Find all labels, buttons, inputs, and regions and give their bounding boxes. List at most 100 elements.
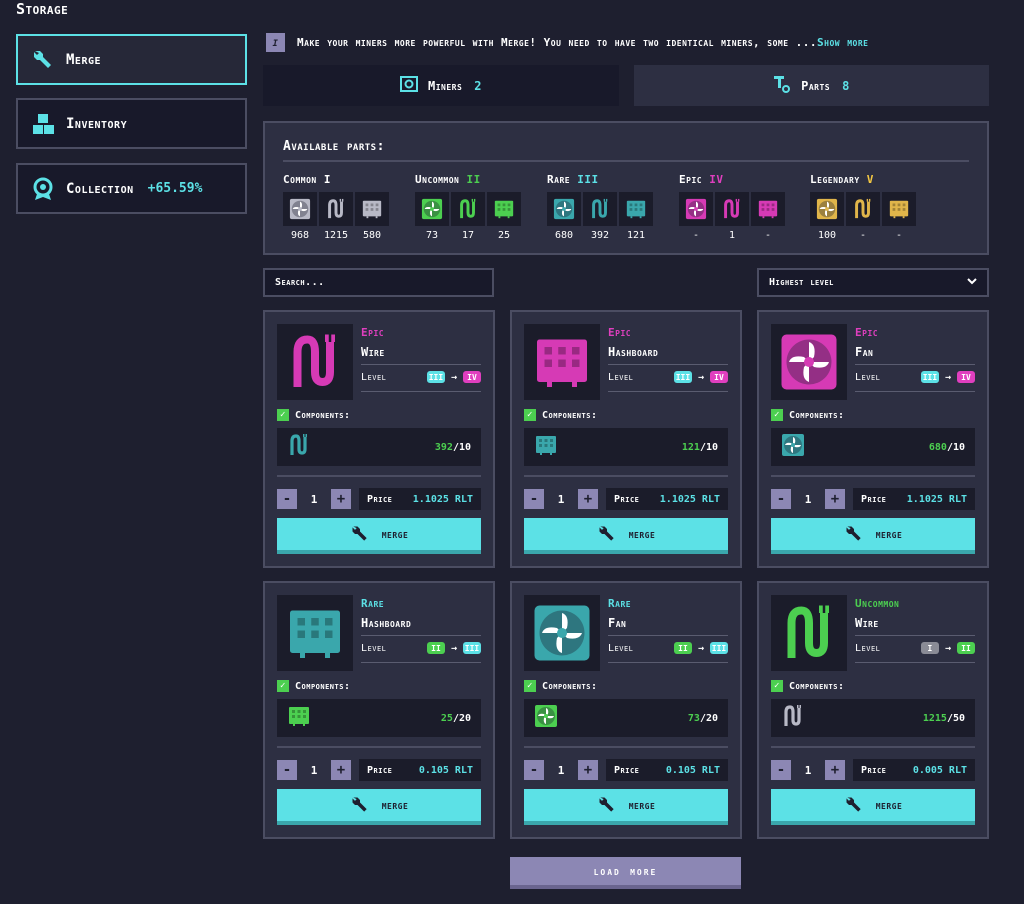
price-label: Price [614, 764, 640, 776]
tab-miners[interactable]: Miners 2 [263, 65, 619, 106]
divider [855, 364, 975, 365]
part-count: - [895, 230, 903, 241]
card-rarity: Epic [855, 326, 879, 339]
part-count: 17 [461, 230, 475, 241]
price-value: 1.1025 RLT [906, 493, 967, 505]
decrease-button[interactable]: - [277, 489, 297, 509]
quantity-row: -1 + Price 1.1025 RLT [277, 488, 481, 510]
price-value: 1.1025 RLT [412, 493, 473, 505]
increase-button[interactable]: + [578, 760, 598, 780]
check-icon: ✓ [277, 409, 289, 421]
component-row: 73/20 [524, 699, 728, 737]
wrench-icon [599, 526, 614, 541]
rarity-tier: III [577, 173, 599, 186]
level-change: II → III [426, 642, 481, 654]
rarity-name: Uncommon [415, 173, 460, 186]
info-bar: i Make your miners more powerful with Me… [266, 33, 869, 52]
card-name: Wire [855, 616, 879, 630]
card-name: Hashboard [608, 345, 659, 359]
decrease-button[interactable]: - [524, 489, 544, 509]
check-icon: ✓ [524, 680, 536, 692]
increase-button[interactable]: + [331, 760, 351, 780]
component-count: 25/20 [441, 713, 471, 724]
increase-button[interactable]: + [331, 489, 351, 509]
price-box: Price 1.1025 RLT [359, 488, 481, 510]
merge-button[interactable]: merge [771, 789, 975, 825]
rarity-tier: I [323, 173, 331, 186]
fan-icon [534, 704, 558, 732]
rarity-group-label: Common I [283, 173, 389, 186]
increase-button[interactable]: + [578, 489, 598, 509]
sidebar-item-collection[interactable]: Collection +65.59% [16, 163, 247, 214]
level-to: IV [957, 371, 975, 383]
hashboard-icon [487, 192, 521, 226]
level-label: Level [608, 372, 634, 383]
price-box: Price 1.1025 RLT [853, 488, 975, 510]
decrease-button[interactable]: - [771, 760, 791, 780]
components-label: Components: [542, 680, 598, 692]
decrease-button[interactable]: - [771, 489, 791, 509]
price-box: Price 0.105 RLT [359, 759, 481, 781]
sidebar-item-label: Collection [66, 180, 134, 197]
fan-icon [524, 595, 600, 671]
part-count-item: 392 [583, 192, 617, 241]
divider [283, 160, 969, 162]
hashboard-icon [534, 433, 558, 461]
component-need: /20 [452, 712, 471, 724]
parts-icon [773, 75, 791, 96]
show-more-link[interactable]: Show more [817, 36, 868, 49]
hashboard-icon [287, 704, 311, 732]
sidebar-item-merge[interactable]: Merge [16, 34, 247, 85]
merge-button[interactable]: merge [277, 789, 481, 825]
merge-card: Uncommon Wire Level I → II ✓ Components: 1215/50… [757, 581, 989, 839]
divider [277, 475, 481, 477]
wire-icon [715, 192, 749, 226]
rarity-tier: II [466, 173, 481, 186]
sort-select[interactable]: Highest level [757, 268, 989, 297]
part-count-item: 73 [415, 192, 449, 241]
level-to: IV [710, 371, 728, 383]
divider [361, 635, 481, 636]
decrease-button[interactable]: - [277, 760, 297, 780]
tab-count: 2 [474, 78, 483, 93]
merge-button[interactable]: merge [277, 518, 481, 554]
tab-parts[interactable]: Parts 8 [634, 65, 989, 106]
price-value: 0.105 RLT [665, 764, 720, 776]
part-count: 100 [817, 230, 837, 241]
level-from: III [920, 371, 939, 383]
level-from: III [426, 371, 445, 383]
increase-button[interactable]: + [825, 489, 845, 509]
merge-button[interactable]: merge [524, 789, 728, 825]
merge-button[interactable]: merge [771, 518, 975, 554]
collection-percent: +65.59% [147, 181, 203, 196]
wrench-icon [352, 526, 367, 541]
check-icon: ✓ [524, 409, 536, 421]
hashboard-icon [619, 192, 653, 226]
divider [608, 364, 728, 365]
rarity-name: Rare [547, 173, 571, 186]
quantity-value: 1 [557, 492, 565, 506]
increase-button[interactable]: + [825, 760, 845, 780]
search-input[interactable] [263, 268, 494, 297]
divider [524, 746, 728, 748]
rarity-group: Common I 968 1215 580 [283, 173, 389, 241]
merge-button[interactable]: merge [524, 518, 728, 554]
quantity-row: -1 + Price 1.1025 RLT [771, 488, 975, 510]
price-label: Price [367, 493, 393, 505]
level-to: III [463, 642, 481, 654]
medal-icon [30, 176, 56, 202]
load-more-button[interactable]: load more [510, 857, 741, 889]
part-count: 680 [554, 230, 574, 241]
arrow-right-icon: → [697, 642, 704, 654]
divider [361, 662, 481, 663]
sidebar-item-inventory[interactable]: Inventory [16, 98, 247, 149]
quantity-row: -1 + Price 0.105 RLT [277, 759, 481, 781]
part-count-item: 17 [451, 192, 485, 241]
hashboard-icon [277, 595, 353, 671]
divider [855, 662, 975, 663]
rarity-group: Legendary V 100 - - [810, 173, 916, 241]
decrease-button[interactable]: - [524, 760, 544, 780]
quantity-value: 1 [557, 763, 565, 777]
divider [608, 662, 728, 663]
divider [361, 364, 481, 365]
